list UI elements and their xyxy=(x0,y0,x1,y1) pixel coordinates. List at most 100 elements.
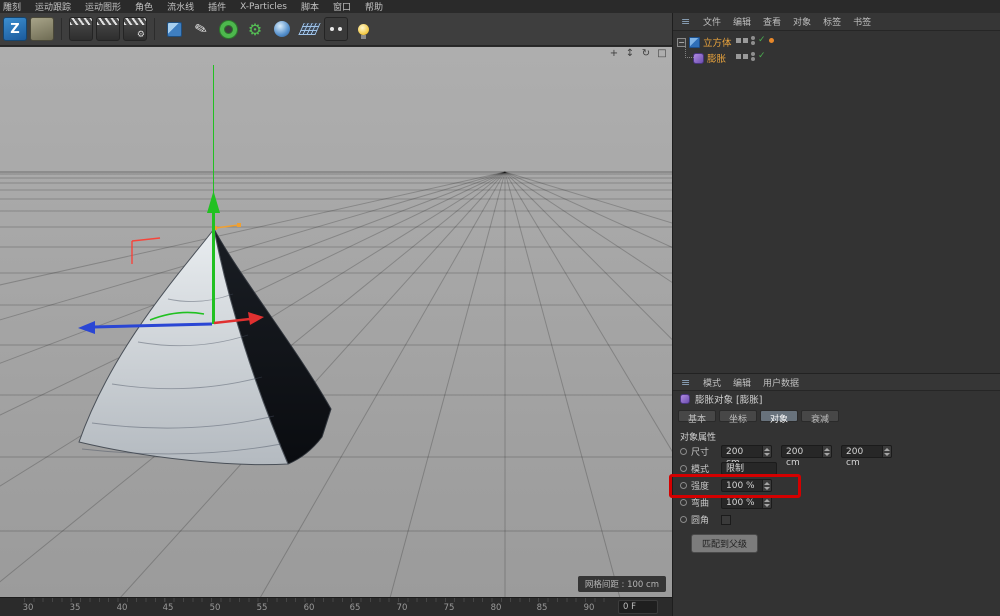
toggle-icon[interactable] xyxy=(743,38,748,43)
render-visibility-dot[interactable] xyxy=(751,57,755,61)
selection-tool-icon[interactable] xyxy=(30,17,54,41)
pan-icon[interactable]: + xyxy=(608,48,620,60)
menu-item-plugins[interactable]: 插件 xyxy=(208,0,226,13)
fillet-checkbox[interactable] xyxy=(721,515,731,525)
axis-y-arrow[interactable] xyxy=(207,191,220,213)
editor-visibility-dot[interactable] xyxy=(751,36,755,40)
panel-menu-icon[interactable]: ≡ xyxy=(681,376,691,389)
timeline-tick: 50 xyxy=(210,603,221,613)
toggle-icon[interactable] xyxy=(736,38,741,43)
tab-basic[interactable]: 基本 xyxy=(678,410,716,422)
size-x-field[interactable]: 200 cm xyxy=(721,445,763,458)
render-visibility-dot[interactable] xyxy=(751,41,755,45)
enable-check-icon[interactable]: ✓ xyxy=(758,52,766,61)
attr-row-fillet: 圆角 xyxy=(673,511,1000,528)
render-region-icon[interactable] xyxy=(96,17,120,41)
tab-object[interactable]: 对象 xyxy=(760,410,798,422)
object-name[interactable]: 立方体 xyxy=(703,35,732,49)
app-logo-z-icon[interactable]: Z xyxy=(3,17,27,41)
menu-item-window[interactable]: 窗口 xyxy=(333,0,351,13)
spline-pen-icon[interactable]: ✎ xyxy=(186,14,215,43)
om-menu-view[interactable]: 查看 xyxy=(763,15,781,28)
size-z-field[interactable]: 200 cm xyxy=(841,445,883,458)
array-plane-icon[interactable] xyxy=(297,17,321,41)
attr-row-curvature: 弯曲 100 % xyxy=(673,494,1000,511)
tab-coordinates[interactable]: 坐标 xyxy=(719,410,757,422)
mode-dropdown[interactable]: 限制 xyxy=(721,462,777,475)
editor-visibility-dot[interactable] xyxy=(751,52,755,56)
fit-to-parent-button[interactable]: 匹配到父级 xyxy=(691,534,758,553)
attr-row-mode: 模式 限制 xyxy=(673,460,1000,477)
am-menu-edit[interactable]: 编辑 xyxy=(733,376,751,389)
attr-row-strength: 强度 100 % xyxy=(673,477,1000,494)
bulged-cube-object[interactable] xyxy=(79,229,331,465)
simulate-cloth-icon[interactable] xyxy=(270,17,294,41)
keyframe-dot-icon[interactable] xyxy=(680,516,687,523)
tree-row-bulge[interactable]: 膨胀 ✓ xyxy=(673,50,1000,66)
keyframe-dot-icon[interactable] xyxy=(680,499,687,506)
tree-connector xyxy=(685,44,694,58)
rotate-icon[interactable]: ↻ xyxy=(640,48,652,60)
attribute-tabs: 基本 坐标 对象 衰减 xyxy=(673,407,1000,425)
menu-item-pipeline[interactable]: 流水线 xyxy=(167,0,194,13)
subdivision-surface-icon[interactable] xyxy=(216,17,240,41)
render-view-icon[interactable] xyxy=(69,17,93,41)
size-y-field[interactable]: 200 cm xyxy=(781,445,823,458)
layer-dot-icon[interactable] xyxy=(769,38,774,43)
curvature-stepper[interactable] xyxy=(763,496,772,509)
tree-row-cube[interactable]: − 立方体 ✓ xyxy=(673,34,1000,50)
timeline-tick: 35 xyxy=(70,603,81,613)
attribute-title-row: 膨胀对象 [膨胀] xyxy=(673,391,1000,407)
strength-stepper[interactable] xyxy=(763,479,772,492)
add-primitive-cube-icon[interactable] xyxy=(162,17,186,41)
menu-item-script[interactable]: 脚本 xyxy=(301,0,319,13)
menu-item-motion-tracker[interactable]: 运动跟踪 xyxy=(35,0,71,13)
light-icon[interactable] xyxy=(351,17,375,41)
attribute-manager-menubar: ≡ 模式 编辑 用户数据 xyxy=(673,373,1000,391)
render-settings-icon[interactable]: ⚙ xyxy=(123,17,147,41)
viewport[interactable]: + ↕ ↻ □ 网格间距 : 100 cm xyxy=(0,46,672,597)
object-name[interactable]: 膨胀 xyxy=(707,51,726,65)
deformer-gears-icon[interactable]: ⚙ xyxy=(243,17,267,41)
menu-item-mograph[interactable]: 运动图形 xyxy=(85,0,121,13)
curvature-label: 弯曲 xyxy=(691,496,717,509)
om-menu-bookmark[interactable]: 书签 xyxy=(853,15,871,28)
om-menu-object[interactable]: 对象 xyxy=(793,15,811,28)
om-menu-edit[interactable]: 编辑 xyxy=(733,15,751,28)
camera-icon[interactable] xyxy=(324,17,348,41)
om-menu-file[interactable]: 文件 xyxy=(703,15,721,28)
size-x-stepper[interactable] xyxy=(763,445,772,458)
keyframe-dot-icon[interactable] xyxy=(680,482,687,489)
menu-item-character[interactable]: 角色 xyxy=(135,0,153,13)
toggle-icon[interactable] xyxy=(743,54,748,59)
size-z-stepper[interactable] xyxy=(883,445,892,458)
maximize-view-icon[interactable]: □ xyxy=(656,48,668,60)
object-manager-tree: − 立方体 ✓ 膨胀 ✓ xyxy=(673,31,1000,373)
current-frame-field[interactable]: 0 F xyxy=(618,600,658,614)
menu-item-sculpt[interactable]: 雕刻 xyxy=(3,0,21,13)
om-menu-tag[interactable]: 标签 xyxy=(823,15,841,28)
enable-check-icon[interactable]: ✓ xyxy=(758,36,766,45)
toggle-icon[interactable] xyxy=(736,54,741,59)
mode-label: 模式 xyxy=(691,462,717,475)
keyframe-dot-icon[interactable] xyxy=(680,465,687,472)
timeline-tick: 60 xyxy=(304,603,315,613)
menu-item-help[interactable]: 帮助 xyxy=(365,0,383,13)
bulge-deformer-icon xyxy=(680,394,690,404)
tab-falloff[interactable]: 衰减 xyxy=(801,410,839,422)
panel-menu-icon[interactable]: ≡ xyxy=(681,15,691,28)
timeline-tick: 40 xyxy=(117,603,128,613)
am-menu-mode[interactable]: 模式 xyxy=(703,376,721,389)
size-y-stepper[interactable] xyxy=(823,445,832,458)
strength-field[interactable]: 100 % xyxy=(721,479,763,492)
menu-item-xparticles[interactable]: X-Particles xyxy=(240,2,287,12)
dolly-icon[interactable]: ↕ xyxy=(624,48,636,60)
timeline-ruler[interactable]: 30 35 40 45 50 55 60 65 70 75 80 85 90 0… xyxy=(0,597,672,616)
timeline-tick: 85 xyxy=(537,603,548,613)
section-header-object-properties: 对象属性 xyxy=(673,425,1000,443)
curvature-field[interactable]: 100 % xyxy=(721,496,763,509)
am-menu-userdata[interactable]: 用户数据 xyxy=(763,376,799,389)
axis-z-arrow[interactable] xyxy=(78,321,95,334)
viewport-canvas xyxy=(0,47,672,598)
keyframe-dot-icon[interactable] xyxy=(680,448,687,455)
